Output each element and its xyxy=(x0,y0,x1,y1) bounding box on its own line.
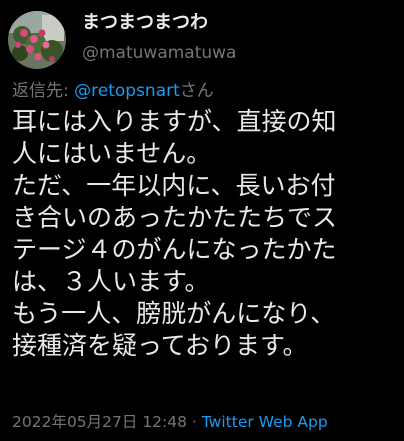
tweet-source-link[interactable]: Twitter Web App xyxy=(202,413,328,431)
tweet-text-line: もう一人、膀胱がんになり、 xyxy=(12,299,336,328)
reply-mention-link[interactable]: @retopsnart xyxy=(74,81,180,101)
tweet-text-line: ただ、一年以内に、長いお付 xyxy=(12,171,336,200)
tweet-card: まつまつまつわ @matuwamatuwa 返信先: @retopsnartさん… xyxy=(0,0,404,441)
tweet-text-line: は、３人います。 xyxy=(12,267,210,296)
tweet-text-line: 耳には入りますが、直接の知 xyxy=(12,107,337,136)
tweet-timestamp[interactable]: 2022年05月27日 12:48 xyxy=(12,413,187,431)
tweet-text-line: き合いのあったかたたちでス xyxy=(12,203,338,232)
meta-separator: · xyxy=(187,413,202,431)
tweet-text-line: 接種済を疑っております。 xyxy=(12,331,308,360)
reply-to-line: 返信先: @retopsnartさん xyxy=(12,80,214,102)
tweet-text-line: テージ４のがんになったかた xyxy=(12,235,337,264)
reply-to-suffix: さん xyxy=(179,81,214,101)
avatar-photo-flowers-icon xyxy=(8,11,66,69)
user-handle[interactable]: @matuwamatuwa xyxy=(82,42,236,64)
reply-to-prefix: 返信先: xyxy=(12,81,75,101)
tweet-text-line: 人にはいません。 xyxy=(12,139,212,168)
avatar[interactable] xyxy=(8,11,66,69)
tweet-metadata: 2022年05月27日 12:48 · Twitter Web App xyxy=(12,412,328,432)
display-name[interactable]: まつまつまつわ xyxy=(82,12,208,34)
tweet-text: 耳には入りますが、直接の知 人にはいません。 ただ、一年以内に、長いお付 き合い… xyxy=(12,106,396,362)
